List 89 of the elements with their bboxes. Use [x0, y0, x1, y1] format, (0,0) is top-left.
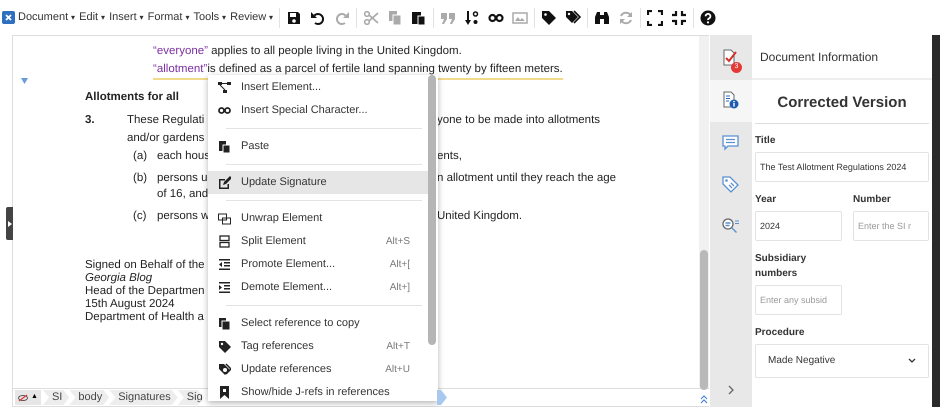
exit-fullscreen-icon — [671, 10, 688, 26]
paragraph-text: These Regulati — [127, 113, 204, 128]
triangle-right-icon — [8, 220, 12, 226]
field-label: Subsidiary numbers — [755, 252, 808, 280]
menu-item[interactable]: Unwrap Element — [208, 207, 430, 230]
signature-line: Head of the Departmen — [85, 285, 205, 298]
menu-item[interactable]: Update references Alt+U — [208, 358, 430, 381]
breadcrumb-item[interactable]: Sig — [178, 390, 204, 405]
paragraph-text: yone to be made into allotments — [437, 113, 600, 128]
indent-icon — [218, 281, 231, 294]
panel-toggle-tab[interactable] — [6, 207, 13, 240]
caret-icon — [908, 358, 916, 364]
edit-icon — [218, 176, 231, 189]
item-label: (c) — [133, 209, 148, 224]
menu-button[interactable]: Insert ▾ — [109, 12, 148, 23]
image-icon — [512, 10, 528, 26]
tags-icon — [721, 175, 741, 195]
refresh-icon — [618, 10, 634, 26]
breadcrumb-item[interactable]: body — [69, 390, 110, 405]
paste-icon — [411, 10, 428, 26]
save-icon — [286, 10, 302, 26]
item-text: persons u — [157, 171, 208, 186]
menu-item[interactable]: Insert Special Character... — [208, 99, 430, 122]
paragraph-text: and/or gardens — [127, 131, 204, 146]
windows-icon — [218, 212, 231, 225]
tag-icon — [218, 340, 231, 353]
menu-button[interactable]: Document ▾ — [18, 12, 80, 23]
outdent-icon — [218, 258, 231, 271]
field-label: Number — [853, 192, 892, 206]
menu-item[interactable]: Tag references Alt+T — [208, 335, 430, 358]
signature-line: 15th August 2024 — [85, 298, 175, 311]
fullscreen-icon — [647, 10, 664, 26]
logo-icon — [2, 11, 15, 24]
field-label: Procedure — [755, 326, 806, 340]
hidden-eye-icon — [18, 394, 28, 402]
paste-icon — [218, 140, 231, 153]
help-icon — [700, 10, 716, 26]
menu-button[interactable]: Review ▾ — [230, 12, 278, 23]
copy-icon — [387, 10, 404, 26]
panel-title: Corrected Version — [755, 82, 929, 124]
sort-icon — [464, 10, 480, 26]
menu-button[interactable]: Tools ▾ — [193, 12, 230, 23]
input-field[interactable]: 2024 — [755, 210, 842, 240]
menu-item[interactable]: Split Element Alt+S — [208, 230, 430, 253]
input-field[interactable]: Enter any subsid — [755, 284, 842, 314]
menu-item[interactable]: Update Signature — [208, 171, 430, 194]
nodes-icon — [218, 81, 231, 94]
tag-icon — [541, 10, 558, 26]
breadcrumb-item[interactable]: SI — [42, 390, 70, 405]
binoculars-icon — [594, 10, 610, 26]
select-field[interactable]: Made Negative — [755, 344, 929, 378]
menu-item[interactable]: Demote Element... Alt+] — [208, 276, 430, 299]
item-text: United Kingdom. — [437, 209, 522, 224]
redo-icon — [334, 10, 350, 26]
input-field[interactable]: Enter the SI r — [853, 210, 929, 240]
tags-icon — [565, 10, 582, 26]
signature-line: Signed on Behalf of the — [85, 259, 205, 272]
paragraph-number: 3. — [85, 113, 96, 128]
undo-icon — [310, 10, 326, 26]
breadcrumb-item[interactable]: Signatures — [109, 390, 178, 405]
item-label: (b) — [133, 171, 148, 186]
cut-icon — [363, 10, 380, 26]
signature-line: Georgia Blog — [85, 272, 152, 285]
item-text: ents, — [437, 149, 462, 164]
tags-icon — [218, 363, 231, 376]
copy-icon — [218, 317, 231, 330]
side-tab[interactable] — [710, 80, 752, 122]
item-text: n allotment until they reach the age — [437, 171, 616, 186]
definition-text: “everyone” applies to all people living in the United Kingdom. — [153, 44, 462, 59]
scroll-to-top-icon[interactable] — [699, 394, 709, 404]
infinity-icon — [218, 104, 231, 117]
comment-icon — [721, 133, 741, 153]
item-text: of 16, and — [157, 187, 208, 202]
item-label: (a) — [133, 149, 148, 164]
menu-button[interactable]: Edit ▾ — [79, 12, 110, 23]
menu-item[interactable]: Promote Element... Alt+[ — [208, 253, 430, 276]
document-info-icon — [721, 91, 741, 111]
field-label: Title — [755, 134, 776, 148]
chevron-right-icon[interactable] — [727, 385, 735, 395]
section-heading: Allotments for all — [85, 90, 179, 105]
menu-item[interactable]: Show/hide J-refs in references — [208, 381, 430, 401]
scrollbar-thumb[interactable] — [428, 75, 436, 345]
input-field[interactable]: The Test Allotment Regulations 2024 — [755, 152, 929, 182]
menu-button[interactable]: Format ▾ — [148, 12, 194, 23]
collapse-marker-icon[interactable] — [21, 78, 28, 84]
field-label: Year — [755, 192, 778, 206]
split-icon — [218, 235, 231, 248]
scrollbar-thumb[interactable] — [700, 250, 708, 390]
signature-line: Department of Health a — [85, 311, 204, 324]
